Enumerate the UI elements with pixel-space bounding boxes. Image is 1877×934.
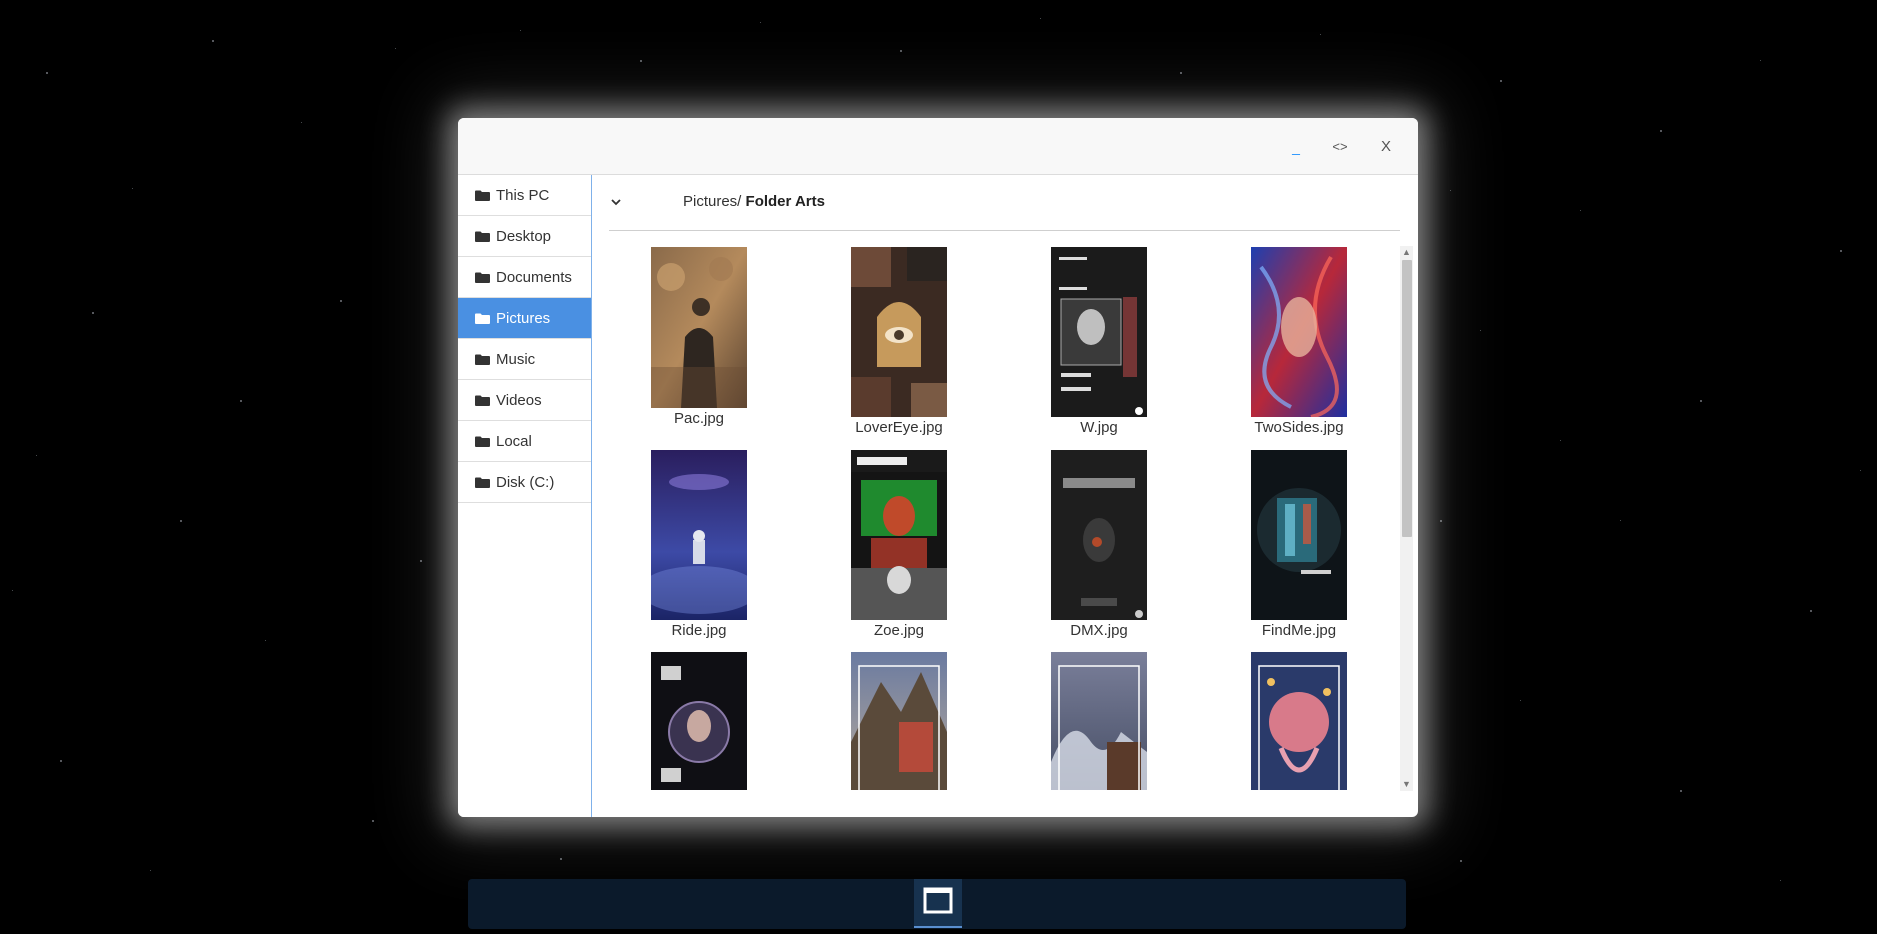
image-thumbnail [1251,247,1347,417]
image-thumbnail [651,652,747,790]
file-item-twosides[interactable]: TwoSides.jpg [1229,247,1369,436]
image-thumbnail [851,652,947,790]
sidebar-item-label: Videos [496,391,542,409]
breadcrumb-path: Pictures/ Folder Arts [683,193,825,210]
breadcrumb-parent[interactable]: Pictures/ [683,193,746,210]
file-name: Pac.jpg [673,410,725,427]
taskbar [468,879,1406,929]
image-thumbnail [851,450,947,620]
close-button[interactable]: X [1376,136,1396,158]
image-thumbnail [851,247,947,417]
maximize-button[interactable]: <> [1328,136,1352,158]
file-name: W.jpg [1080,419,1118,436]
folder-icon [475,231,490,242]
file-item[interactable] [629,652,769,790]
sidebar-item-label: Desktop [496,227,552,245]
image-thumbnail [651,247,747,408]
sidebar-item-pictures[interactable]: Pictures [458,298,591,339]
breadcrumb: Pictures/ Folder Arts [609,175,1400,231]
folder-icon [475,395,490,406]
file-item[interactable] [1229,652,1369,790]
file-name: LoverEye.jpg [855,419,943,436]
file-item-zoe[interactable]: Zoe.jpg [829,450,969,639]
sidebar-item-documents[interactable]: Documents [458,257,591,298]
file-item[interactable] [829,652,969,790]
file-item-lovereye[interactable]: LoverEye.jpg [829,247,969,436]
chevron-down-icon[interactable] [609,195,623,209]
sidebar-item-label: Music [496,350,536,368]
sidebar-item-label: Pictures [496,309,551,327]
file-item-ride[interactable]: Ride.jpg [629,450,769,639]
image-thumbnail [651,450,747,620]
file-grid: Pac.jpg LoverEye.jpg W.jpg TwoSides.jpg … [609,247,1390,790]
scroll-down-icon[interactable]: ▼ [1400,778,1413,791]
file-name: FindMe.jpg [1261,622,1337,639]
folder-icon [475,313,490,324]
scroll-up-icon[interactable]: ▲ [1400,246,1413,259]
minimize-button[interactable]: _ [1286,136,1306,158]
sidebar-item-this-pc[interactable]: This PC [458,175,591,216]
sidebar: This PC Desktop Documents Pictures Music… [458,175,592,817]
image-thumbnail [1251,450,1347,620]
window-icon [923,887,953,914]
folder-icon [475,190,490,201]
scrollbar-thumb[interactable] [1402,260,1412,537]
file-name: Ride.jpg [671,622,727,639]
breadcrumb-current: Folder Arts [745,193,825,210]
image-thumbnail [1051,450,1147,620]
file-item[interactable] [1029,652,1169,790]
sidebar-item-desktop[interactable]: Desktop [458,216,591,257]
image-thumbnail [1251,652,1347,790]
file-name: TwoSides.jpg [1254,419,1344,436]
file-name: DMX.jpg [1070,622,1128,639]
sidebar-item-label: Local [496,432,532,450]
main-pane: Pictures/ Folder Arts Pac.jpg LoverEye.j… [592,175,1418,817]
sidebar-item-label: Disk (C:) [496,473,555,491]
sidebar-item-label: Documents [496,268,572,286]
image-thumbnail [1051,652,1147,790]
folder-icon [475,477,490,488]
sidebar-item-disk-c[interactable]: Disk (C:) [458,462,591,503]
sidebar-item-music[interactable]: Music [458,339,591,380]
file-name: Zoe.jpg [873,622,925,639]
title-bar[interactable]: _ <> X [458,118,1418,175]
file-item-w[interactable]: W.jpg [1029,247,1169,436]
image-thumbnail [1051,247,1147,417]
taskbar-explorer-button[interactable] [914,879,962,928]
folder-icon [475,436,490,447]
folder-icon [475,354,490,365]
file-item-pac[interactable]: Pac.jpg [629,247,769,427]
sidebar-item-local[interactable]: Local [458,421,591,462]
folder-icon [475,272,490,283]
sidebar-item-label: This PC [496,186,550,204]
file-item-findme[interactable]: FindMe.jpg [1229,450,1369,639]
vertical-scrollbar[interactable]: ▲ ▼ [1400,246,1413,791]
file-explorer-window: _ <> X This PC Desktop Documents Picture… [458,118,1418,817]
sidebar-item-videos[interactable]: Videos [458,380,591,421]
file-item-dmx[interactable]: DMX.jpg [1029,450,1169,639]
